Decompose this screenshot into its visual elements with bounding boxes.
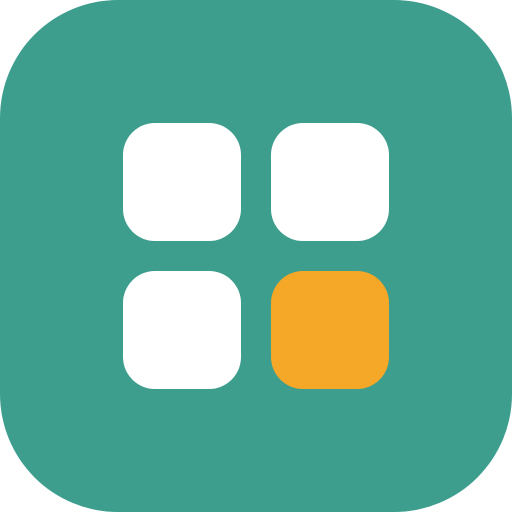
grid-tile-bottom-left [123,271,241,389]
grid-tile-bottom-right [271,271,389,389]
app-grid-icon[interactable] [0,0,512,512]
grid-tile-top-right [271,123,389,241]
grid-tile-top-left [123,123,241,241]
app-icon-canvas [0,0,512,512]
